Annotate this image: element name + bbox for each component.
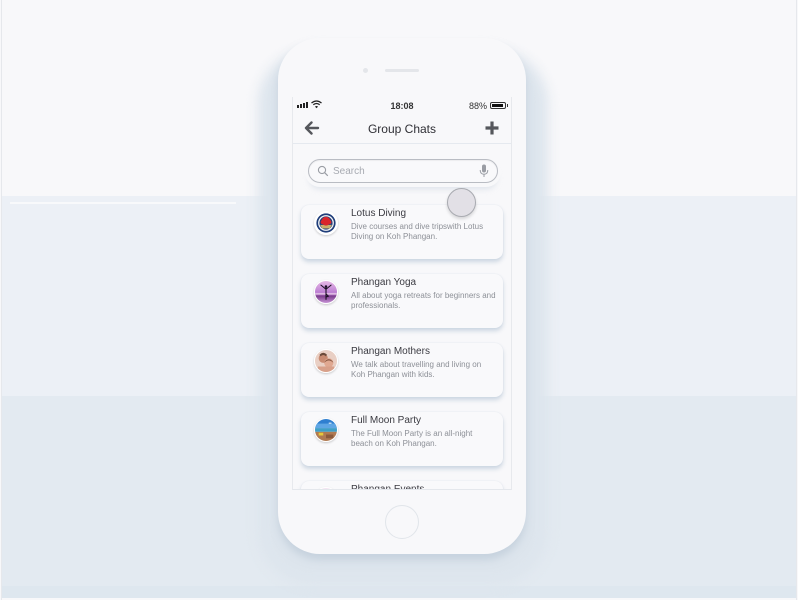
phone-screen: 18:08 88% Group Chats Search Lotus Divin… [292, 97, 512, 490]
page-border-right [796, 0, 797, 600]
group-name: Phangan Mothers [351, 346, 430, 357]
background-band [2, 586, 796, 598]
group-avatar [314, 487, 338, 489]
battery-icon [490, 102, 508, 109]
group-avatar [314, 349, 338, 373]
group-name: Lotus Diving [351, 208, 407, 219]
lotus-diving-logo-icon [315, 212, 337, 234]
group-chat-item[interactable]: Phangan Mothers We talk about travelling… [301, 343, 503, 397]
group-description: The Full Moon Party is an all-night beac… [351, 429, 473, 448]
group-description: Dive courses and dive tripswith Lotus Di… [351, 222, 484, 241]
flower-photo-icon [315, 488, 337, 489]
group-avatar [314, 211, 338, 235]
yoga-silhouette-icon [315, 281, 337, 303]
home-button[interactable] [385, 505, 419, 539]
plus-icon [485, 121, 499, 135]
group-name: Full Moon Party [351, 415, 422, 426]
navigation-bar: Group Chats [293, 115, 511, 144]
group-chat-list: Lotus Diving Dive courses and dive trips… [301, 205, 505, 490]
microphone-icon[interactable] [479, 164, 489, 178]
group-chat-item[interactable]: Phangan Yoga All about yoga retreats for… [301, 274, 503, 328]
battery-percent: 88% [468, 101, 487, 111]
status-bar: 18:08 88% [293, 97, 511, 115]
page-title: Group Chats [367, 122, 437, 136]
search-container [305, 157, 501, 187]
beach-party-photo-icon [315, 419, 337, 441]
mother-child-photo-icon [315, 350, 337, 372]
group-chat-item[interactable]: Lotus Diving Dive courses and dive trips… [301, 205, 503, 259]
search-icon [317, 165, 329, 177]
search-bar[interactable] [308, 159, 498, 183]
group-name: Phangan Events [351, 484, 425, 490]
touch-indicator [447, 188, 476, 217]
group-name: Phangan Yoga [351, 277, 417, 288]
group-avatar [314, 280, 338, 304]
group-description: All about yoga retreats for beginners an… [351, 291, 496, 310]
group-chat-item[interactable]: Full Moon Party The Full Moon Party is a… [301, 412, 503, 466]
group-avatar [314, 418, 338, 442]
group-description: We talk about travelling and living on K… [351, 360, 482, 379]
group-chat-item[interactable]: Phangan Events [301, 481, 503, 490]
add-group-button[interactable] [483, 119, 501, 137]
search-input[interactable] [333, 163, 473, 179]
earpiece-speaker [385, 69, 419, 72]
front-camera [363, 68, 368, 73]
